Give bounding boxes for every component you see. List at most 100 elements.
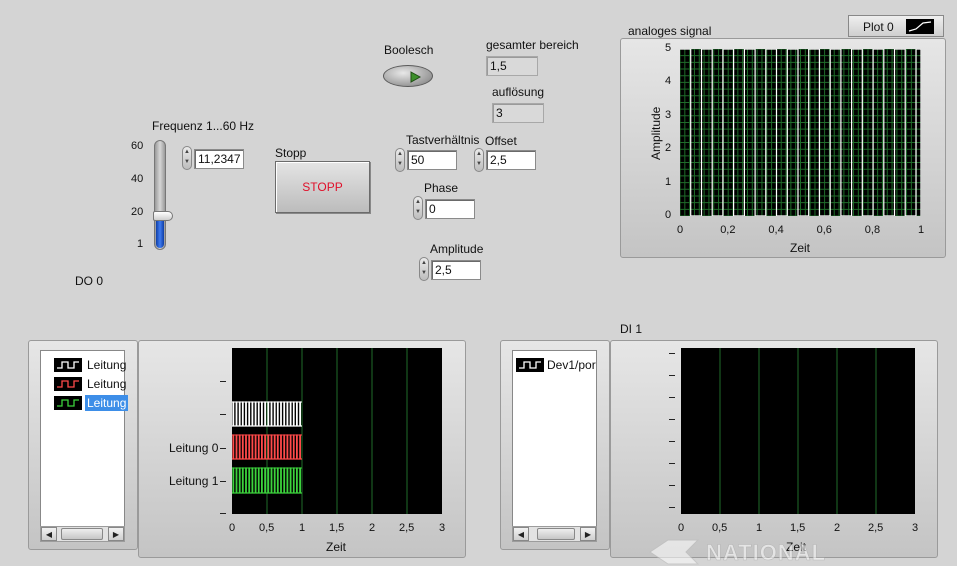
boolean-led[interactable] (383, 65, 433, 87)
do-plot-area[interactable] (232, 348, 442, 514)
analog-xtick: 0,4 (768, 224, 784, 236)
phase-spinner[interactable]: ▲ ▼ (413, 196, 423, 220)
do-xtick: 1 (299, 522, 306, 534)
analog-ytick: 5 (665, 42, 672, 54)
freq-tick: 60 (131, 140, 144, 152)
do-legend-scrollbar[interactable]: ◀ ▶ (40, 526, 125, 542)
range-indicator: 1,5 (486, 56, 538, 76)
analog-xtick: 0,2 (720, 224, 736, 236)
di-xtick: 2,5 (868, 522, 884, 534)
do-legend-item-selected[interactable]: Leitung (44, 395, 129, 411)
offset-spinner[interactable]: ▲ ▼ (474, 148, 484, 172)
do-xtick: 0,5 (259, 522, 275, 534)
resolution-indicator: 3 (492, 103, 544, 123)
phase-label: Phase (424, 181, 459, 195)
scroll-right-button[interactable]: ▶ (108, 527, 124, 541)
play-arrow-icon (410, 71, 422, 83)
do-legend-list[interactable]: Leitung Leitung Leitung (40, 350, 129, 528)
di-plot-svg (719, 348, 877, 514)
freq-tick: 40 (131, 173, 144, 185)
line-plot-icon (906, 19, 934, 34)
digital-wave-icon (54, 377, 82, 391)
analog-ylabel: Amplitude (649, 106, 663, 160)
di-xtick: 0 (678, 522, 685, 534)
scroll-right-button[interactable]: ▶ (580, 527, 596, 541)
duty-spinner[interactable]: ▲ ▼ (395, 148, 405, 172)
watermark-text: NATIONAL (706, 540, 827, 566)
stop-button[interactable]: STOPP (275, 161, 370, 213)
do-legend-label: Leitung (87, 358, 127, 372)
scroll-left-button[interactable]: ◀ (41, 527, 57, 541)
analog-xlabel: Zeit (790, 241, 811, 255)
di-label: DI 1 (620, 322, 643, 336)
do-legend-item[interactable]: Leitung (44, 357, 127, 373)
freq-input[interactable]: 11,2347 (194, 149, 244, 169)
do-xtick: 0 (229, 522, 236, 534)
di-xtick: 1 (756, 522, 763, 534)
do-row-label: Leitung 1 (169, 474, 219, 488)
plot-legend[interactable]: Plot 0 (848, 15, 944, 37)
analog-xtick: 0,6 (816, 224, 832, 236)
freq-tick: 20 (131, 206, 144, 218)
phase-input[interactable]: 0 (425, 199, 475, 219)
analog-ytick: 2 (665, 142, 672, 155)
analog-plot-area[interactable] (679, 48, 922, 217)
analog-xtick: 0 (677, 224, 684, 236)
do-row-label: Leitung 0 (169, 441, 219, 455)
boolean-label: Boolesch (384, 43, 434, 57)
di-xtick: 3 (912, 522, 919, 534)
do-legend-label: Leitung (87, 377, 127, 391)
do-label: DO 0 (75, 274, 104, 288)
do-legend-item[interactable]: Leitung (44, 376, 127, 392)
di-xtick: 2 (834, 522, 841, 534)
di-legend-item[interactable]: Dev1/por (516, 357, 596, 373)
do-xtick: 2,5 (399, 522, 415, 534)
do-xtick: 1,5 (329, 522, 345, 534)
freq-label: Frequenz 1...60 Hz (152, 119, 255, 133)
digital-wave-icon (54, 396, 82, 410)
do-xtick: 2 (369, 522, 376, 534)
do-plot-svg (232, 348, 408, 514)
slider-thumb[interactable] (153, 210, 173, 221)
amplitude-input[interactable]: 2,5 (431, 260, 481, 280)
duty-label: Tastverhältnis (406, 133, 480, 147)
analog-ytick: 3 (665, 108, 672, 121)
di-xtick: 0,5 (712, 522, 728, 534)
range-label: gesamter bereich (486, 38, 579, 52)
eagle-logo-icon (649, 539, 700, 565)
di-legend-list[interactable]: Dev1/por (512, 350, 597, 528)
frequency-slider[interactable] (153, 140, 173, 250)
do-xlabel: Zeit (326, 540, 347, 554)
di-legend-label: Dev1/por (547, 358, 596, 372)
scroll-thumb[interactable] (61, 528, 103, 540)
analog-ytick: 0 (665, 209, 672, 221)
amplitude-label: Amplitude (430, 242, 484, 256)
scroll-thumb[interactable] (537, 528, 575, 540)
plot-legend-label: Plot 0 (863, 20, 894, 34)
analog-xtick: 0,8 (864, 224, 881, 236)
freq-tick: 1 (137, 238, 144, 250)
scroll-left-button[interactable]: ◀ (513, 527, 529, 541)
digital-wave-icon (516, 358, 544, 372)
do-xtick: 3 (439, 522, 446, 534)
di-xtick: 1,5 (790, 522, 806, 534)
offset-input[interactable]: 2,5 (486, 150, 536, 170)
offset-label: Offset (485, 134, 517, 148)
di-legend-scrollbar[interactable]: ◀ ▶ (512, 526, 597, 542)
national-logo-watermark: NATIONAL (648, 538, 848, 566)
duty-input[interactable]: 50 (407, 150, 457, 170)
analog-ytick: 1 (665, 175, 672, 188)
analog-graph-title: analoges signal (628, 24, 712, 38)
di-ytick-marks (669, 348, 679, 514)
amplitude-spinner[interactable]: ▲ ▼ (419, 257, 429, 281)
di-plot-area[interactable] (681, 348, 915, 514)
analog-plot-svg (679, 48, 922, 217)
stop-label: Stopp (275, 146, 307, 160)
resolution-label: auflösung (492, 85, 545, 99)
analog-xtick: 1 (918, 224, 925, 236)
do-ytick-marks (220, 348, 230, 514)
freq-spinner[interactable]: ▲ ▼ (182, 146, 192, 170)
analog-ytick: 4 (665, 75, 672, 88)
do-legend-label: Leitung (85, 395, 129, 411)
digital-wave-icon (54, 358, 82, 372)
